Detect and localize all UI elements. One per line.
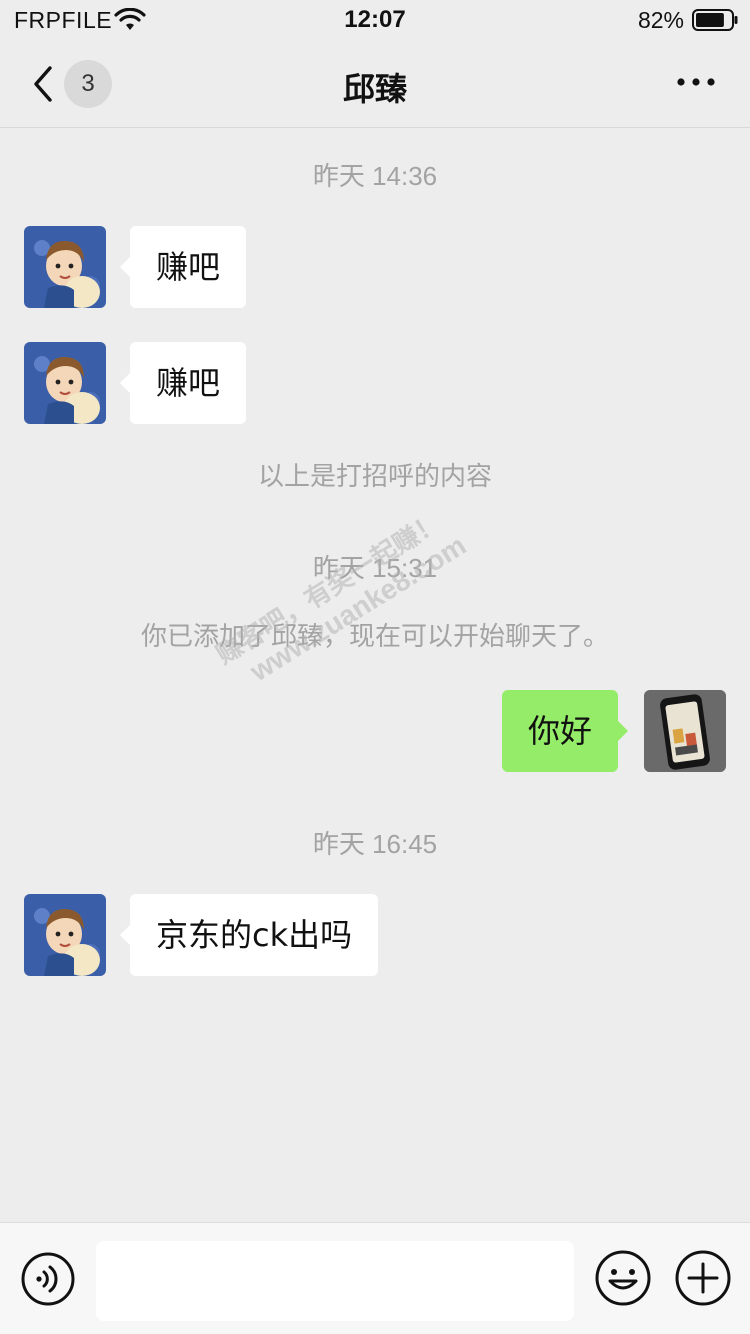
battery-percent: 82% [637,7,684,33]
message-timestamp: 昨天 14:36 [312,161,438,191]
message-input[interactable] [96,1241,574,1321]
chat-title: 邱臻 [342,70,407,108]
input-bar [0,1222,750,1334]
system-note: 你已添加了邱臻，现在可以开始聊天了。 [140,622,609,652]
message-timestamp: 昨天 15:31 [312,553,438,583]
voice-icon[interactable] [20,1251,76,1307]
message-bubble-self[interactable]: 你好 [502,690,629,772]
message-bubble[interactable]: 赚吧 [119,226,247,308]
self-avatar[interactable] [644,690,726,772]
contact-avatar[interactable] [24,342,106,424]
battery-icon [692,9,738,31]
message-timestamp: 昨天 16:45 [312,829,438,859]
nav-bar: 3 邱臻 [0,40,750,128]
status-bar: FRPFILE 12:07 82% [0,0,750,40]
more-dots-icon[interactable] [676,74,716,90]
watermark: 赚客吧，有奖一起赚！ www.zuanke8.com [208,498,472,699]
message-bubble[interactable]: 赚吧 [119,342,247,424]
message-bubble[interactable]: 京东的ck出吗 [119,894,379,976]
contact-avatar[interactable] [24,894,106,976]
system-note: 以上是打招呼的内容 [257,462,492,492]
plus-circle-icon[interactable] [674,1249,732,1307]
contact-avatar[interactable] [24,226,106,308]
emoji-icon[interactable] [594,1249,652,1307]
